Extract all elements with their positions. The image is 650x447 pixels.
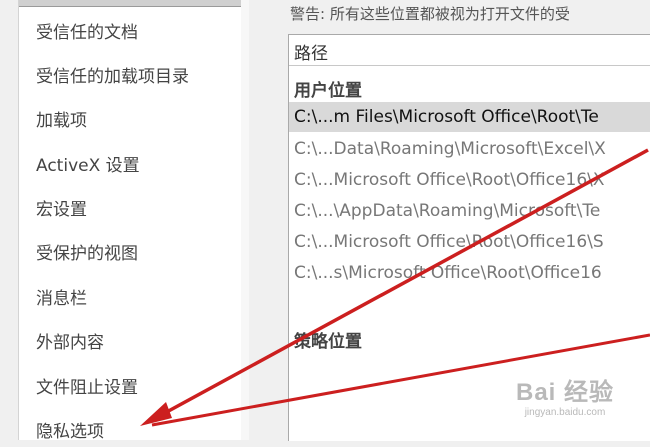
trust-center-sidebar: 受信任的文档 受信任的加载项目录 加载项 ActiveX 设置 宏设置 受保护的… [18, 0, 242, 442]
sidebar-item-activex-settings[interactable]: ActiveX 设置 [36, 151, 140, 181]
watermark-url: jingyan.baidu.com [524, 407, 606, 418]
path-column-label: 路径 [294, 44, 328, 64]
sidebar-item-message-bar[interactable]: 消息栏 [36, 284, 87, 314]
baidu-jingyan-watermark: Bai 经验 jingyan.baidu.com [500, 372, 630, 432]
path-column-header[interactable]: 路径 [289, 35, 650, 66]
location-row[interactable]: C:\...s\Microsoft Office\Root\Office16 [289, 258, 650, 288]
sidebar-item-protected-view[interactable]: 受保护的视图 [36, 239, 138, 269]
sidebar-scroll-gutter [241, 0, 249, 440]
location-path: C:\...m Files\Microsoft Office\Root\Te [294, 107, 599, 127]
location-row[interactable]: C:\...m Files\Microsoft Office\Root\Te [289, 102, 650, 132]
location-row[interactable]: C:\...Microsoft Office\Root\Office16\X [289, 165, 650, 195]
sidebar-item-external-content[interactable]: 外部内容 [36, 328, 104, 358]
sidebar-item-file-block-settings[interactable]: 文件阻止设置 [36, 373, 138, 403]
policy-locations-heading: 策略位置 [294, 332, 362, 352]
watermark-logo: Bai 经验 [515, 379, 614, 406]
sidebar-item-privacy-options[interactable]: 隐私选项 [36, 417, 104, 447]
sidebar-item-addins[interactable]: 加载项 [36, 106, 87, 136]
location-row[interactable]: C:\...Data\Roaming\Microsoft\Excel\X [289, 134, 650, 164]
location-path: C:\...Microsoft Office\Root\Office16\S [294, 232, 604, 252]
sidebar-top-item[interactable] [19, 0, 241, 7]
location-path: C:\...s\Microsoft Office\Root\Office16 [294, 263, 602, 283]
location-path: C:\...Microsoft Office\Root\Office16\X [294, 170, 605, 190]
sidebar-item-trusted-documents[interactable]: 受信任的文档 [36, 18, 138, 48]
location-path: C:\...\AppData\Roaming\Microsoft\Te [294, 201, 601, 221]
sidebar-item-trusted-addin-catalogs[interactable]: 受信任的加载项目录 [36, 62, 189, 92]
sidebar-item-macro-settings[interactable]: 宏设置 [36, 195, 87, 225]
location-path: C:\...Data\Roaming\Microsoft\Excel\X [294, 139, 606, 159]
warning-text: 警告: 所有这些位置都被视为打开文件的受 [290, 5, 570, 23]
location-row[interactable]: C:\...\AppData\Roaming\Microsoft\Te [289, 196, 650, 226]
user-locations-heading: 用户位置 [294, 81, 362, 101]
location-row[interactable]: C:\...Microsoft Office\Root\Office16\S [289, 227, 650, 257]
